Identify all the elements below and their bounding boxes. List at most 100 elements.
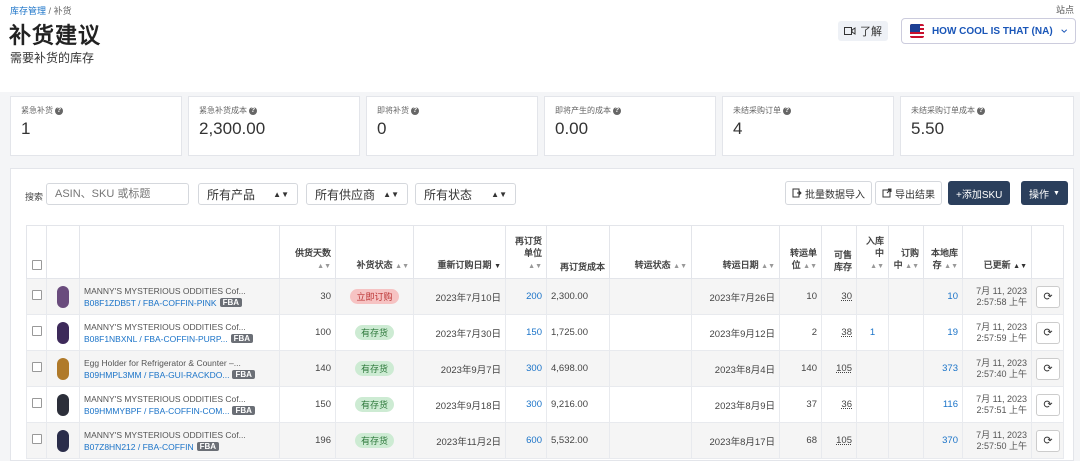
local-stock-header[interactable]: 本地库存 ▲▼	[923, 225, 963, 279]
sellable-value[interactable]: 105	[836, 363, 852, 374]
reorder-units-link[interactable]: 200	[526, 291, 542, 302]
inbound-header[interactable]: 入库中 ▲▼	[856, 225, 889, 279]
select-all-checkbox[interactable]	[31, 260, 42, 270]
reorder-units-link[interactable]: 300	[526, 399, 542, 410]
product-thumbnail[interactable]	[57, 393, 69, 416]
product-thumbnail[interactable]	[57, 321, 69, 344]
help-icon[interactable]: ?	[249, 106, 257, 115]
ordered-cell	[888, 278, 924, 315]
help-icon[interactable]: ?	[55, 106, 63, 115]
help-icon[interactable]: ?	[783, 106, 791, 115]
stat-value: 2,300.00	[199, 119, 266, 138]
status-filter-select[interactable]: 所有状态 ▲▼	[415, 183, 516, 205]
local-stock-link[interactable]: 373	[942, 363, 958, 374]
product-cell: Egg Holder for Refrigerator & Counter –.…	[79, 350, 280, 387]
product-filter-select[interactable]: 所有产品 ▲▼	[198, 183, 298, 205]
refresh-icon[interactable]: ⟳	[1036, 429, 1060, 452]
refresh-icon[interactable]: ⟳	[1036, 285, 1060, 308]
local-stock-link[interactable]: 19	[947, 327, 958, 338]
table-row: MANNY'S MYSTERIOUS ODDITIES Cof... B09HMM…	[26, 386, 1064, 423]
product-image-cell	[46, 314, 80, 351]
transfer-units-cell: 2	[779, 314, 822, 351]
search-input[interactable]	[46, 183, 189, 205]
reorder-units-cell: 150	[505, 314, 547, 351]
product-title[interactable]: MANNY'S MYSTERIOUS ODDITIES Cof...	[84, 394, 275, 404]
row-checkbox[interactable]	[31, 326, 42, 336]
supply-days-header[interactable]: 供货天数 ▲▼	[279, 225, 336, 279]
store-selector[interactable]: HOW COOL IS THAT (NA)	[901, 18, 1076, 44]
stat-card-urgent-cost: 紧急补货成本? 2,300.00	[188, 96, 360, 156]
transfer-date-header[interactable]: 转运日期 ▲▼	[691, 225, 780, 279]
updated-header[interactable]: 已更新 ▲▼	[962, 225, 1032, 279]
reorder-date-header[interactable]: 重新订购日期 ▼	[413, 225, 506, 279]
sort-icon: ▲▼	[528, 263, 542, 270]
local-stock-link[interactable]: 370	[942, 435, 958, 446]
product-sku-link[interactable]: B09HMPL3MM / FBA-GUI-RACKDO...	[84, 370, 229, 380]
product-thumbnail[interactable]	[57, 285, 69, 308]
row-checkbox[interactable]	[31, 398, 42, 408]
table-row: Egg Holder for Refrigerator & Counter –.…	[26, 350, 1064, 387]
export-label: 导出结果	[895, 189, 935, 201]
reorder-units-link[interactable]: 600	[526, 435, 542, 446]
help-icon[interactable]: ?	[613, 106, 621, 115]
product-title[interactable]: MANNY'S MYSTERIOUS ODDITIES Cof...	[84, 286, 275, 296]
help-icon[interactable]: ?	[977, 106, 985, 115]
product-thumbnail[interactable]	[57, 429, 69, 452]
local-stock-link[interactable]: 10	[947, 291, 958, 302]
transfer-units-cell: 10	[779, 278, 822, 315]
table-row: MANNY'S MYSTERIOUS ODDITIES Cof... B07Z8H…	[26, 422, 1064, 459]
product-title[interactable]: MANNY'S MYSTERIOUS ODDITIES Cof...	[84, 322, 275, 332]
refresh-icon[interactable]: ⟳	[1036, 357, 1060, 380]
bulk-import-button[interactable]: 批量数据导入	[785, 181, 872, 205]
transfer-date-cell: 2023年8月4日	[691, 350, 780, 387]
row-checkbox[interactable]	[31, 434, 42, 444]
reorder-units-header[interactable]: 再订货单位 ▲▼	[505, 225, 547, 279]
reorder-units-link[interactable]: 300	[526, 363, 542, 374]
product-sku-link[interactable]: B08F1ZDB5T / FBA-COFFIN-PINK	[84, 298, 217, 308]
sellable-value[interactable]: 36	[841, 399, 852, 410]
updated-cell: 7月 11, 2023 2:57:58 上午	[962, 278, 1032, 315]
row-checkbox[interactable]	[31, 362, 42, 372]
inbound-cell	[856, 422, 889, 459]
sellable-value[interactable]: 38	[841, 327, 852, 338]
stock-status-cell: 有存货	[335, 350, 414, 387]
local-stock-link[interactable]: 116	[943, 399, 958, 410]
transfer-status-header[interactable]: 转运状态 ▲▼	[609, 225, 692, 279]
product-title[interactable]: Egg Holder for Refrigerator & Counter –.…	[84, 358, 275, 368]
reorder-units-link[interactable]: 150	[526, 327, 542, 338]
refresh-icon[interactable]: ⟳	[1036, 321, 1060, 344]
sort-caret-icon: ▲▼	[383, 189, 399, 199]
product-sku-link[interactable]: B08F1NBXNL / FBA-COFFIN-PURP...	[84, 334, 228, 344]
breadcrumb-root-link[interactable]: 库存管理	[10, 6, 46, 16]
product-sku-link[interactable]: B09HMMYBPF / FBA-COFFIN-COM...	[84, 406, 229, 416]
refresh-icon[interactable]: ⟳	[1036, 393, 1060, 416]
transfer-units-header[interactable]: 转运单位 ▲▼	[779, 225, 822, 279]
actions-header	[1031, 225, 1064, 279]
learn-button[interactable]: 了解	[838, 21, 888, 41]
operations-dropdown-button[interactable]: 操作 ▼	[1021, 181, 1068, 205]
refresh-cell: ⟳	[1031, 278, 1064, 315]
transfer-status-cell	[609, 314, 692, 351]
sellable-value[interactable]: 30	[841, 291, 852, 302]
ordered-header[interactable]: 订购中 ▲▼	[888, 225, 924, 279]
replenishment-table: 供货天数 ▲▼ 补货状态 ▲▼ 重新订购日期 ▼ 再订货单位 ▲▼ 再订货成本 …	[26, 225, 1064, 459]
export-button[interactable]: 导出结果	[875, 181, 942, 205]
help-icon[interactable]: ?	[411, 106, 419, 115]
inbound-link[interactable]: 1	[870, 327, 875, 338]
product-sku-row: B09HMPL3MM / FBA-GUI-RACKDO... FBA	[84, 370, 275, 380]
product-sku-row: B08F1ZDB5T / FBA-COFFIN-PINK FBA	[84, 298, 275, 308]
product-title[interactable]: MANNY'S MYSTERIOUS ODDITIES Cof...	[84, 430, 275, 440]
sellable-header: 可售库存	[821, 225, 857, 279]
local-stock-cell: 19	[923, 314, 963, 351]
product-sku-link[interactable]: B07Z8HN212 / FBA-COFFIN	[84, 442, 194, 452]
updated-time: 2:57:50 上午	[976, 440, 1027, 451]
stat-card-urgent: 紧急补货? 1	[10, 96, 182, 156]
row-checkbox[interactable]	[31, 290, 42, 300]
header-label: 再订货成本	[559, 262, 605, 272]
stock-status-header[interactable]: 补货状态 ▲▼	[335, 225, 414, 279]
site-link[interactable]: 站点	[1056, 3, 1074, 16]
product-thumbnail[interactable]	[57, 357, 69, 380]
supplier-filter-select[interactable]: 所有供应商 ▲▼	[306, 183, 408, 205]
add-sku-button[interactable]: +添加SKU	[948, 181, 1011, 205]
sellable-value[interactable]: 105	[836, 435, 852, 446]
